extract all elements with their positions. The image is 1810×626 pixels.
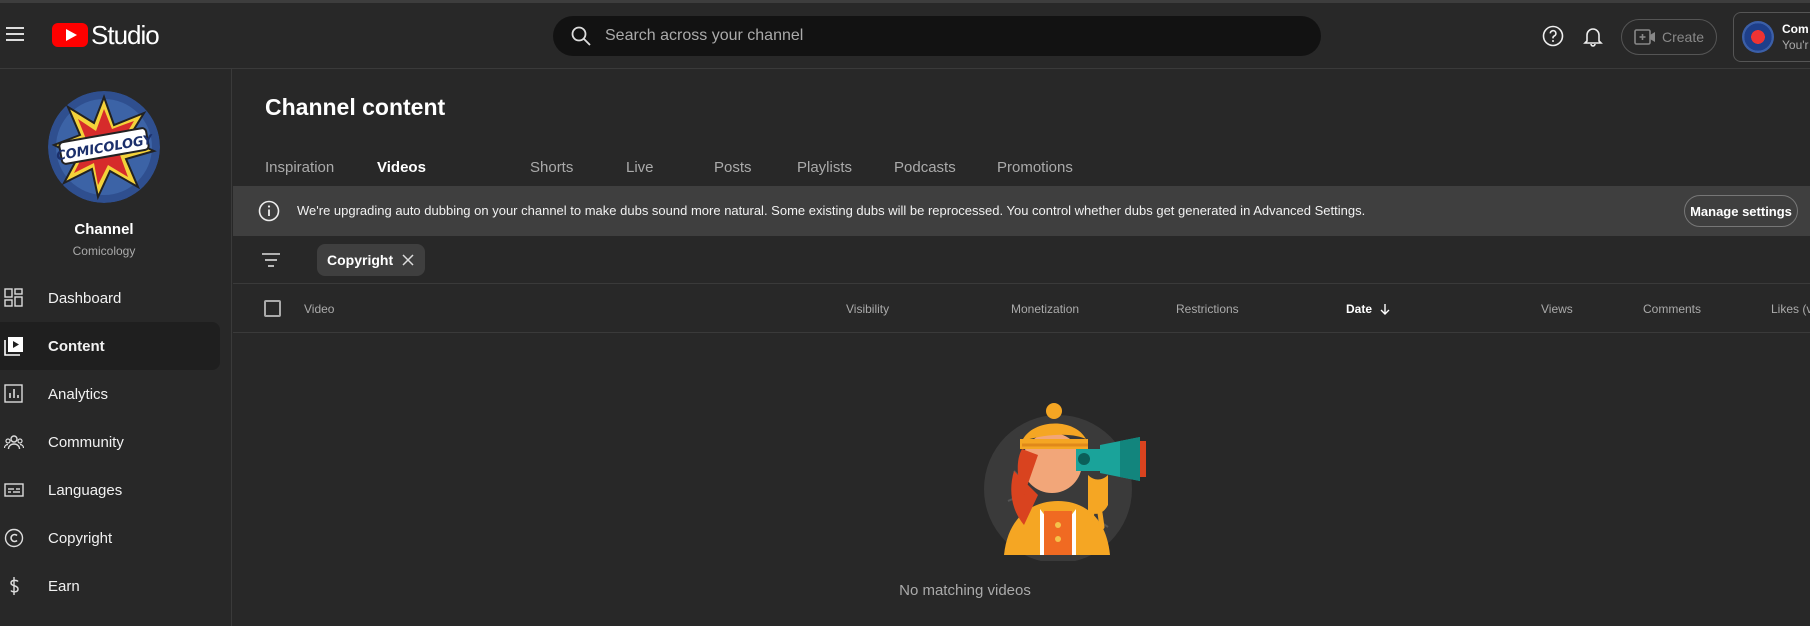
sidebar: COMICOLOGY Channel Comicology Dashboard …: [0, 69, 232, 626]
manage-settings-button[interactable]: Manage settings: [1684, 195, 1798, 227]
earn-icon: [10, 577, 19, 595]
search-icon: [571, 26, 591, 46]
select-all-checkbox[interactable]: [264, 300, 281, 317]
column-likes[interactable]: Likes (v: [1771, 302, 1810, 316]
comicology-logo-icon: COMICOLOGY: [48, 91, 160, 203]
column-views[interactable]: Views: [1541, 302, 1573, 316]
column-date-label: Date: [1346, 302, 1373, 316]
search-bar[interactable]: [553, 16, 1321, 56]
sidebar-item-label: Content: [48, 337, 105, 355]
sidebar-item-languages[interactable]: Languages: [0, 466, 232, 514]
analytics-icon: [4, 384, 23, 403]
help-icon[interactable]: [1541, 24, 1565, 48]
content-icon: [4, 337, 23, 356]
create-button-label: Create: [1661, 29, 1705, 45]
empty-state-message: No matching videos: [899, 582, 1031, 599]
sidebar-item-analytics[interactable]: Analytics: [0, 370, 232, 418]
search-input[interactable]: [605, 27, 1205, 45]
sidebar-item-label: Earn: [48, 577, 80, 595]
top-header: Studio Create Com You'r: [0, 3, 1810, 69]
create-button[interactable]: Create: [1621, 19, 1717, 55]
hamburger-menu-icon[interactable]: [4, 23, 26, 45]
sidebar-item-label: Languages: [48, 481, 123, 499]
banner-text: We're upgrading auto dubbing on your cha…: [297, 203, 1366, 218]
filter-icon[interactable]: [259, 248, 283, 272]
filter-chip-label: Copyright: [327, 252, 394, 268]
binoculars-explorer-illustration-icon: [984, 403, 1146, 561]
studio-logo[interactable]: Studio: [52, 19, 160, 50]
account-avatar: [1742, 21, 1774, 53]
info-banner: We're upgrading auto dubbing on your cha…: [233, 186, 1810, 236]
community-icon: [4, 435, 24, 450]
sidebar-nav: Dashboard Content Analytics Community La…: [0, 274, 232, 610]
create-video-icon: [1634, 29, 1655, 45]
account-switcher[interactable]: Com You'r: [1733, 12, 1810, 62]
info-icon: [258, 200, 280, 222]
channel-name: Comicology: [72, 244, 136, 258]
dashboard-icon: [4, 288, 23, 307]
table-header: Video Visibility Monetization Restrictio…: [233, 285, 1810, 333]
column-date[interactable]: Date: [1346, 302, 1391, 316]
tab-videos-label: Videos: [377, 159, 426, 176]
sidebar-item-label: Copyright: [48, 529, 113, 547]
column-monetization[interactable]: Monetization: [1011, 302, 1079, 316]
sort-down-arrow-icon: [1380, 304, 1390, 315]
channel-title: Channel: [74, 221, 134, 238]
sidebar-item-content[interactable]: Content: [0, 322, 220, 370]
account-name: Com: [1782, 22, 1809, 36]
sidebar-item-label: Community: [48, 433, 124, 451]
page-title: Channel content: [265, 94, 446, 120]
filter-chip-copyright[interactable]: Copyright: [317, 244, 426, 276]
filter-bar: Copyright: [233, 236, 1810, 284]
studio-logo-text: Studio: [91, 19, 160, 50]
sidebar-item-label: Analytics: [48, 385, 109, 403]
close-icon[interactable]: [401, 253, 415, 267]
account-subtitle: You'r: [1782, 38, 1809, 52]
youtube-play-icon: [52, 23, 88, 47]
languages-icon: [4, 483, 24, 497]
sidebar-item-community[interactable]: Community: [0, 418, 232, 466]
sidebar-item-copyright[interactable]: Copyright: [0, 514, 232, 562]
column-restrictions[interactable]: Restrictions: [1176, 302, 1239, 316]
sidebar-item-label: Dashboard: [48, 289, 122, 307]
copyright-icon: [4, 528, 24, 548]
channel-avatar[interactable]: COMICOLOGY: [48, 91, 160, 203]
column-comments[interactable]: Comments: [1643, 302, 1701, 316]
main-content: Channel content Inspiration Videos Short…: [233, 69, 1810, 626]
column-visibility[interactable]: Visibility: [846, 302, 889, 316]
column-video[interactable]: Video: [304, 302, 334, 316]
notifications-bell-icon[interactable]: [1581, 24, 1605, 48]
empty-state: No matching videos: [233, 333, 1810, 626]
sidebar-item-dashboard[interactable]: Dashboard: [0, 274, 232, 322]
sidebar-item-earn[interactable]: Earn: [0, 562, 232, 610]
